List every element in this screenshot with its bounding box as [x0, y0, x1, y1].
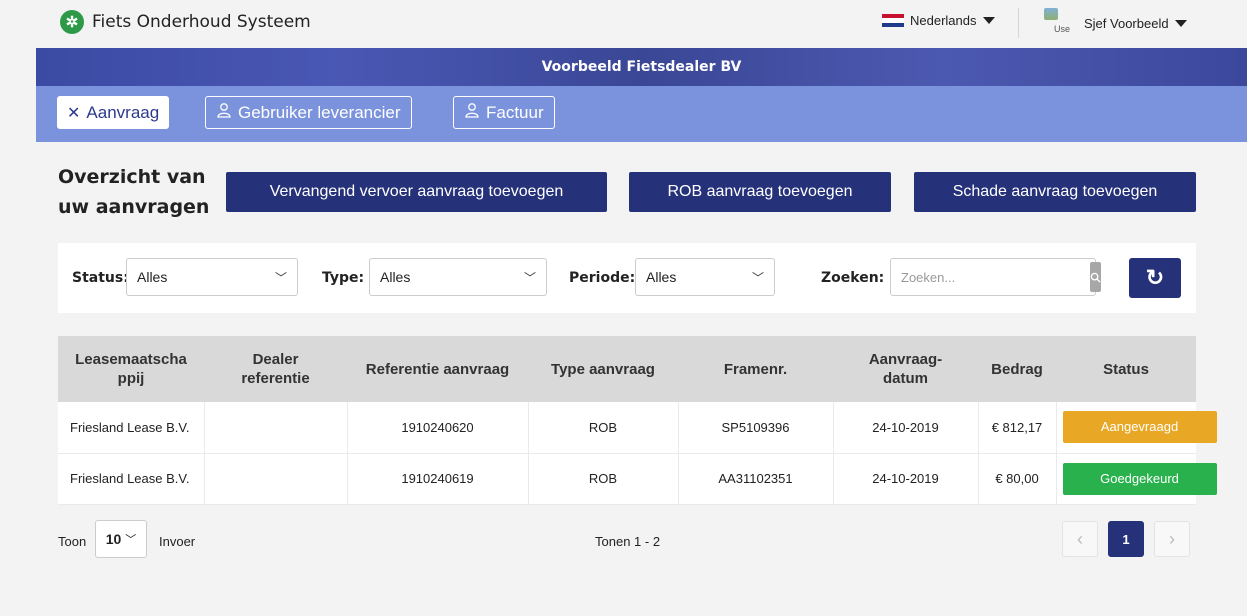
requests-table: Leasemaatscha ppij Dealer referentie Refer…	[58, 336, 1217, 505]
previous-page-button[interactable]: ‹	[1062, 521, 1098, 557]
entries-value: 10	[105, 531, 122, 547]
cell-referentie: 1910240619	[347, 453, 529, 505]
cell-dealer-ref	[204, 402, 348, 454]
chevron-down-icon: ﹀	[125, 534, 137, 546]
bicycle-logo-icon: ✲	[60, 10, 84, 34]
refresh-button[interactable]: ↻	[1129, 258, 1181, 298]
chevron-left-icon: ‹	[1077, 528, 1083, 549]
page-number: 1	[1122, 531, 1130, 547]
app-title: Fiets Onderhoud Systeem	[92, 12, 311, 32]
cell-bedrag: € 812,17	[978, 402, 1057, 454]
status-filter-label: Status:	[72, 270, 129, 286]
avatar-alt-text: Use	[1054, 24, 1071, 34]
add-rob-button[interactable]: ROB aanvraag toevoegen	[629, 172, 891, 212]
zoeken-label: Zoeken:	[821, 270, 885, 286]
chevron-down-icon: ﹀	[751, 270, 764, 285]
caret-down-icon	[982, 17, 995, 24]
user-name: Sjef Voorbeeld	[1084, 15, 1169, 31]
chevron-down-icon: ﹀	[523, 270, 536, 285]
cell-status: Goedgekeurd	[1056, 453, 1217, 505]
periode-filter-value: Alles	[646, 269, 677, 285]
table-footer: Toon 10 ﹀ Invoer Tonen 1 - 2 ‹ 1 ›	[58, 518, 1196, 562]
column-header-dealer-referentie[interactable]: Dealer referentie	[204, 336, 347, 402]
table-row[interactable]: Friesland Lease B.V. 1910240620 ROB SP51…	[58, 402, 1217, 454]
status-filter-select[interactable]: Alles ﹀	[126, 258, 298, 296]
column-header-type-aanvraag[interactable]: Type aanvraag	[528, 336, 678, 402]
column-header-leasemaatschappij[interactable]: Leasemaatscha ppij	[58, 336, 204, 402]
status-filter-value: Alles	[137, 269, 168, 285]
main-nav: ✕ Aanvraag Gebruiker leverancier Factuur	[36, 86, 1247, 142]
divider	[1018, 8, 1019, 38]
cell-type: ROB	[528, 402, 679, 454]
search-icon	[1090, 272, 1101, 283]
cell-bedrag: € 80,00	[978, 453, 1057, 505]
user-menu[interactable]: Use Sjef Voorbeeld	[1042, 8, 1187, 38]
cell-lease: Friesland Lease B.V.	[58, 453, 205, 505]
avatar: Use	[1042, 8, 1074, 38]
search-button[interactable]	[1090, 262, 1101, 292]
type-filter-value: Alles	[380, 269, 411, 285]
invoer-label: Invoer	[159, 534, 196, 549]
dealer-name: Voorbeeld Fietsdealer BV	[541, 59, 742, 75]
search-input[interactable]	[891, 259, 1087, 295]
dutch-flag-icon	[882, 14, 904, 27]
broken-image-icon	[1044, 8, 1058, 20]
entries-per-page-select[interactable]: 10 ﹀	[95, 520, 147, 558]
refresh-icon: ↻	[1145, 265, 1165, 290]
cell-lease: Friesland Lease B.V.	[58, 402, 205, 454]
cell-type: ROB	[528, 453, 679, 505]
language-label: Nederlands	[910, 13, 977, 28]
column-header-bedrag[interactable]: Bedrag	[978, 336, 1056, 402]
table-row[interactable]: Friesland Lease B.V. 1910240619 ROB AA31…	[58, 453, 1217, 505]
range-text: Tonen 1 - 2	[595, 534, 661, 549]
page-title: Overzicht van uw aanvragen	[58, 166, 210, 218]
cell-datum: 24-10-2019	[833, 453, 979, 505]
table-header-row: Leasemaatscha ppij Dealer referentie Refer…	[58, 336, 1196, 402]
cell-framenr: AA31102351	[678, 453, 834, 505]
cell-datum: 24-10-2019	[833, 402, 979, 454]
next-page-button[interactable]: ›	[1154, 521, 1190, 557]
column-header-referentie-aanvraag[interactable]: Referentie aanvraag	[347, 336, 528, 402]
periode-filter-select[interactable]: Alles ﹀	[635, 258, 775, 296]
cell-referentie: 1910240620	[347, 402, 529, 454]
column-header-framenr[interactable]: Framenr.	[678, 336, 833, 402]
dealer-banner: Voorbeeld Fietsdealer BV	[36, 48, 1247, 86]
tab-gebruiker-leverancier[interactable]: Gebruiker leverancier	[205, 96, 412, 129]
search-box	[890, 258, 1101, 296]
tab-aanvraag[interactable]: ✕ Aanvraag	[57, 96, 170, 129]
user-icon	[464, 102, 480, 123]
add-vervangend-vervoer-button[interactable]: Vervangend vervoer aanvraag toevoegen	[226, 172, 607, 212]
filter-panel: Status: Alles ﹀ Type: Alles ﹀ Periode: A…	[58, 243, 1196, 313]
tab-label: Gebruiker leverancier	[238, 102, 401, 122]
type-filter-select[interactable]: Alles ﹀	[369, 258, 547, 296]
chevron-down-icon: ﹀	[274, 270, 287, 285]
add-schade-button[interactable]: Schade aanvraag toevoegen	[914, 172, 1196, 212]
cell-dealer-ref	[204, 453, 348, 505]
column-header-aanvraag-datum[interactable]: Aanvraag-datum	[833, 336, 978, 402]
chevron-right-icon: ›	[1169, 528, 1175, 549]
toon-label: Toon	[58, 534, 87, 549]
page-button[interactable]: 1	[1108, 521, 1144, 557]
tab-label: Factuur	[486, 102, 544, 122]
top-bar: ✲ Fiets Onderhoud Systeem Nederlands Use…	[0, 0, 1247, 48]
caret-down-icon	[1174, 19, 1187, 27]
language-selector[interactable]: Nederlands	[882, 13, 995, 28]
tools-icon: ✕	[67, 104, 81, 122]
tab-label: Aanvraag	[86, 102, 160, 122]
cell-framenr: SP5109396	[678, 402, 834, 454]
app-logo[interactable]: ✲ Fiets Onderhoud Systeem	[60, 10, 311, 34]
cell-status: Aangevraagd	[1056, 402, 1217, 454]
periode-filter-label: Periode:	[569, 270, 636, 286]
status-badge: Goedgekeurd	[1062, 462, 1217, 495]
status-badge: Aangevraagd	[1062, 411, 1217, 444]
user-icon	[216, 102, 232, 123]
tab-factuur[interactable]: Factuur	[453, 96, 555, 129]
column-header-status[interactable]: Status	[1056, 336, 1196, 402]
type-filter-label: Type:	[322, 270, 365, 286]
